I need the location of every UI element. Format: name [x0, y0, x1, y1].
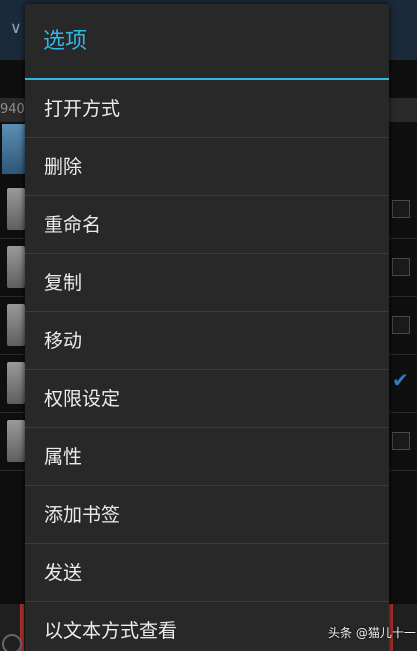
file-thumbnail	[7, 420, 25, 462]
menu-item-label: 复制	[44, 272, 83, 294]
menu-item-label: 权限设定	[44, 388, 121, 410]
menu-item-label: 移动	[44, 330, 83, 352]
watermark-text: 头条 @猫儿十一	[328, 626, 416, 640]
options-menu: 打开方式 删除 重命名 复制 移动 权限设定 属性 添加书签 发送 以文本方式查…	[25, 80, 389, 651]
chevron-down-icon: ∨	[10, 18, 22, 37]
menu-item-copy[interactable]: 复制	[25, 254, 389, 312]
menu-item-label: 重命名	[44, 214, 102, 236]
background-path-text: 940	[0, 102, 25, 117]
menu-item-delete[interactable]: 删除	[25, 138, 389, 196]
options-dialog: 选项 打开方式 删除 重命名 复制 移动 权限设定 属性 添加书签 发送 以文本…	[25, 4, 389, 651]
file-checkbox	[392, 316, 410, 334]
menu-item-label: 发送	[44, 562, 83, 584]
menu-item-add-bookmark[interactable]: 添加书签	[25, 486, 389, 544]
file-thumbnail	[7, 304, 25, 346]
file-thumbnail	[7, 246, 25, 288]
menu-item-move[interactable]: 移动	[25, 312, 389, 370]
menu-item-label: 以文本方式查看	[44, 620, 178, 642]
background-tab-handle	[2, 124, 26, 174]
file-thumbnail	[7, 188, 25, 230]
circle-icon	[2, 634, 22, 651]
file-checkbox	[392, 258, 410, 276]
menu-item-rename[interactable]: 重命名	[25, 196, 389, 254]
menu-item-send[interactable]: 发送	[25, 544, 389, 602]
menu-item-label: 打开方式	[44, 98, 121, 120]
screen: ∨ 940 ✔ 选项 打开方式 删除 重命名 复制 移动 权限设定 属性 添加书…	[0, 0, 417, 651]
file-thumbnail	[7, 362, 25, 404]
dialog-title: 选项	[43, 29, 88, 54]
menu-item-label: 添加书签	[44, 504, 121, 526]
menu-item-open-with[interactable]: 打开方式	[25, 80, 389, 138]
checkmark-icon: ✔	[392, 368, 409, 392]
menu-item-permissions[interactable]: 权限设定	[25, 370, 389, 428]
menu-item-label: 删除	[44, 156, 83, 178]
file-checkbox	[392, 432, 410, 450]
file-checkbox	[392, 200, 410, 218]
menu-item-label: 属性	[44, 446, 83, 468]
menu-item-properties[interactable]: 属性	[25, 428, 389, 486]
